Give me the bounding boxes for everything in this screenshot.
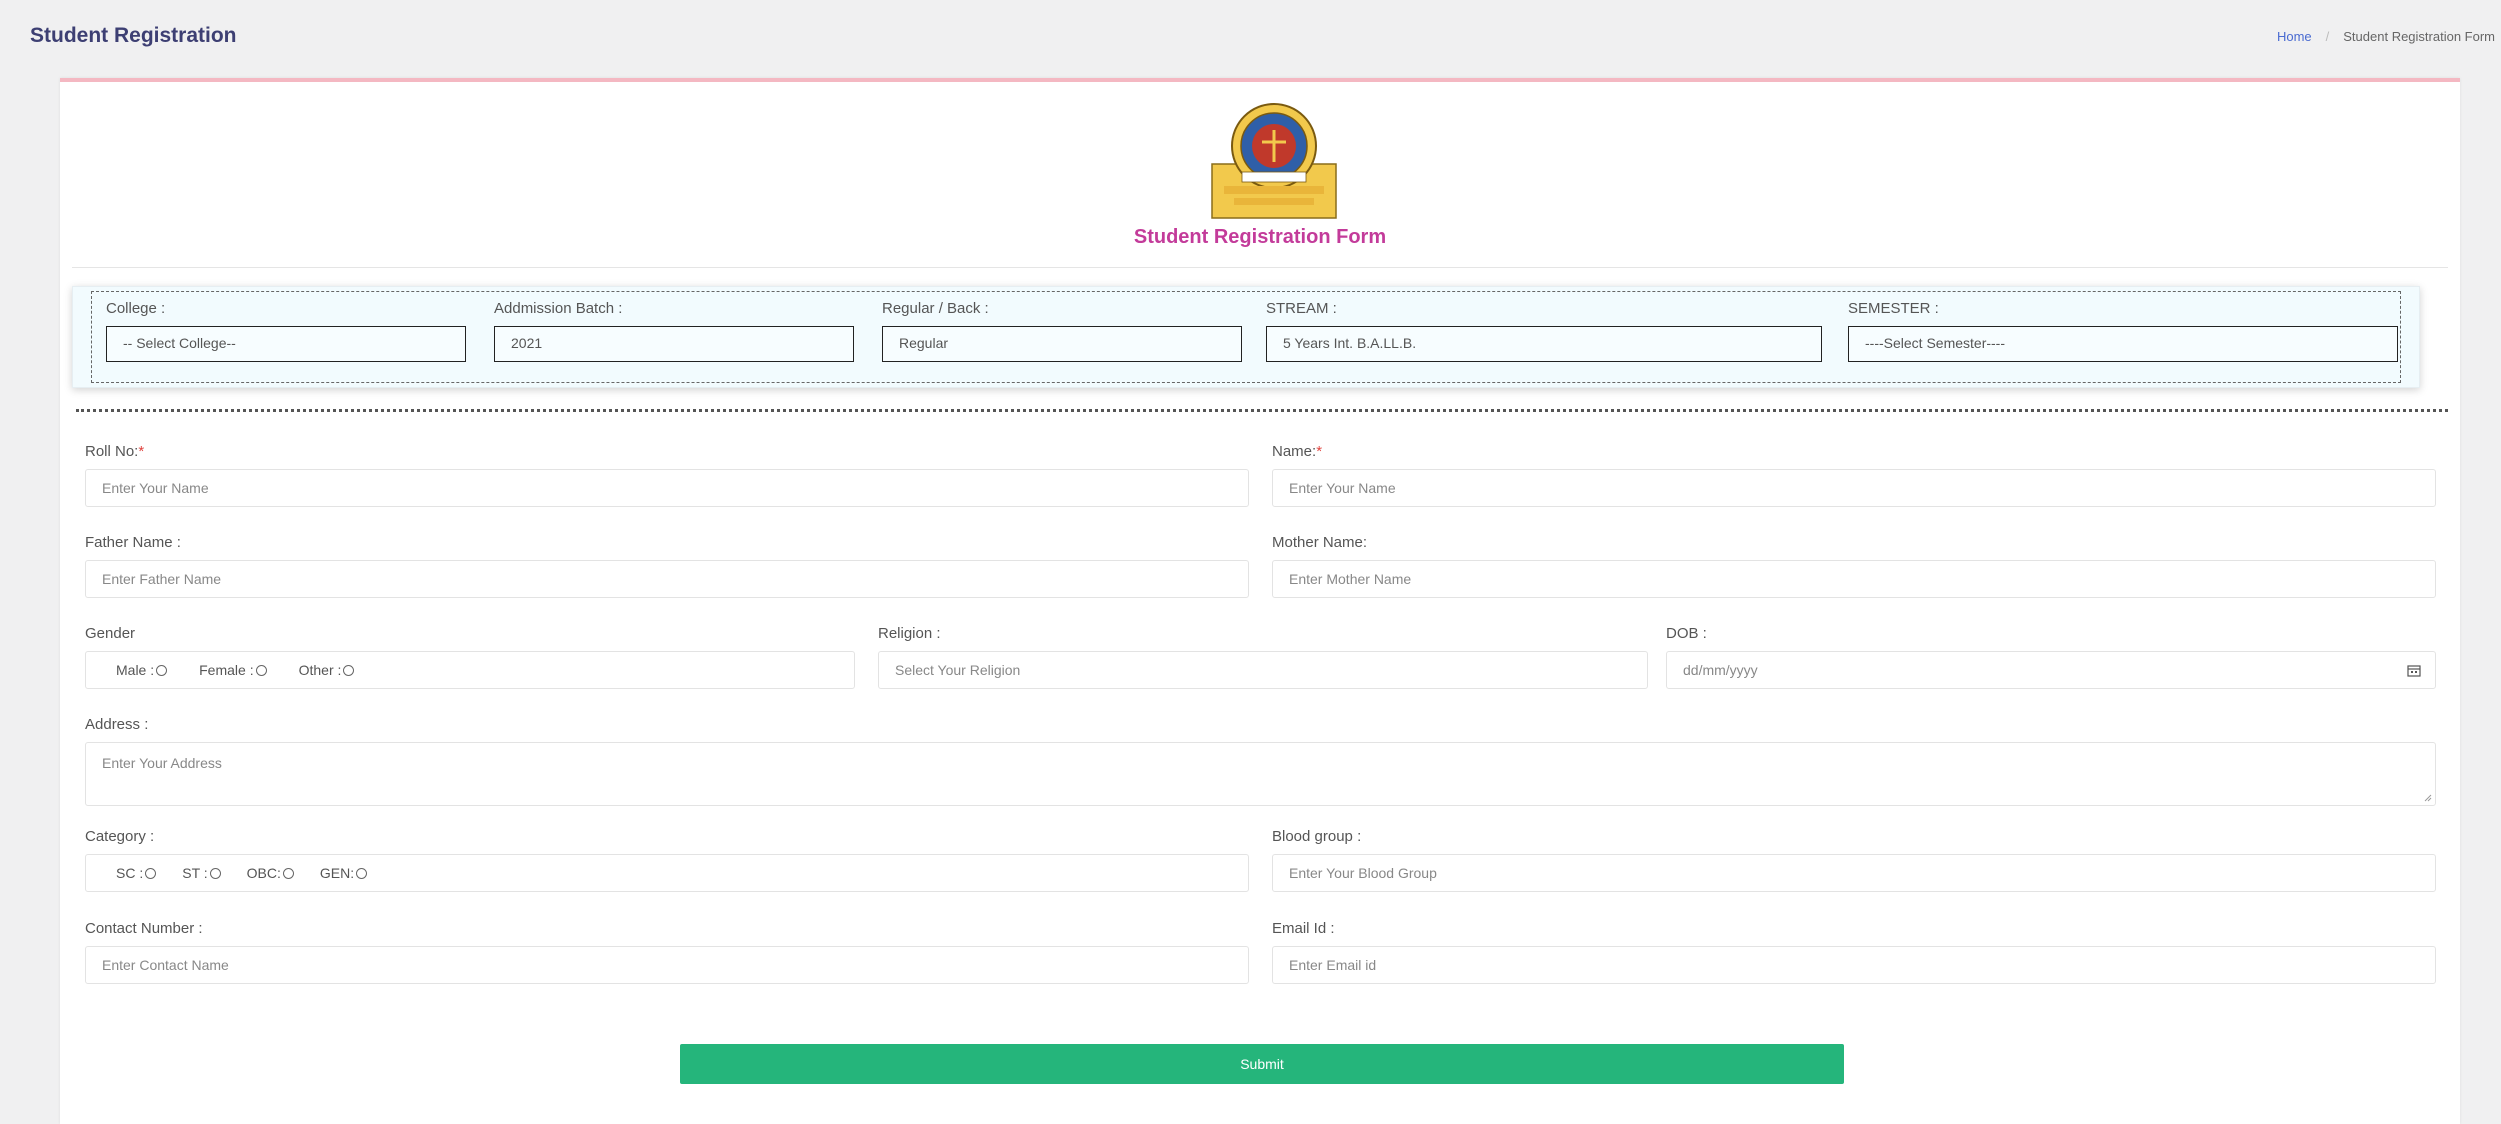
semester-select[interactable]: ----Select Semester----: [1848, 326, 2398, 362]
program-selector-panel: College : -- Select College-- Addmission…: [72, 286, 2420, 388]
category-option-sc[interactable]: SC :: [116, 865, 157, 881]
submit-button[interactable]: Submit: [680, 1044, 1844, 1084]
father-name-input[interactable]: Enter Father Name: [85, 560, 1249, 598]
gender-option-other[interactable]: Other :: [299, 662, 355, 678]
roll-no-input[interactable]: Enter Your Name: [85, 469, 1249, 507]
gender-radio-group: Male : Female : Other :: [85, 651, 855, 689]
gender-label: Gender: [85, 625, 136, 642]
radio-button[interactable]: [282, 867, 294, 879]
title-divider: [72, 267, 2448, 268]
semester-label: SEMESTER :: [1848, 300, 1939, 317]
required-mark: *: [138, 443, 145, 460]
category-option-st[interactable]: ST :: [182, 865, 221, 881]
gender-option-female[interactable]: Female :: [199, 662, 267, 678]
dob-input[interactable]: dd/mm/yyyy: [1666, 651, 2436, 689]
registration-card: Student Registration Form College : -- S…: [60, 78, 2460, 1124]
stream-select[interactable]: 5 Years Int. B.A.LL.B.: [1266, 326, 1822, 362]
stream-label: STREAM :: [1266, 300, 1337, 317]
mother-name-label: Mother Name:: [1272, 534, 1368, 551]
form-title: Student Registration Form: [1133, 226, 1387, 248]
religion-label: Religion :: [878, 625, 941, 642]
radio-button[interactable]: [356, 867, 368, 879]
mother-name-input[interactable]: Enter Mother Name: [1272, 560, 2436, 598]
batch-select[interactable]: 2021: [494, 326, 854, 362]
father-name-label: Father Name :: [85, 534, 181, 551]
college-select[interactable]: -- Select College--: [106, 326, 466, 362]
name-label: Name:*: [1272, 443, 1323, 460]
regular-back-select[interactable]: Regular: [882, 326, 1242, 362]
address-placeholder: Enter Your Address: [102, 755, 222, 771]
calendar-icon[interactable]: [2407, 664, 2421, 677]
email-input[interactable]: Enter Email id: [1272, 946, 2436, 984]
required-mark: *: [1316, 443, 1323, 460]
contact-number-input[interactable]: Enter Contact Name: [85, 946, 1249, 984]
breadcrumb-home-link[interactable]: Home: [2277, 29, 2312, 44]
category-option-gen[interactable]: GEN:: [320, 865, 368, 881]
blood-group-label: Blood group :: [1272, 828, 1362, 845]
resize-handle-icon[interactable]: [2424, 794, 2432, 802]
program-selector-border: College : -- Select College-- Addmission…: [91, 291, 2401, 383]
name-input[interactable]: Enter Your Name: [1272, 469, 2436, 507]
page-title: Student Registration: [30, 24, 237, 47]
university-logo: [1211, 103, 1337, 219]
category-option-obc[interactable]: OBC:: [247, 865, 294, 881]
dob-label: DOB :: [1666, 625, 1707, 642]
religion-select[interactable]: Select Your Religion: [878, 651, 1648, 689]
contact-number-label: Contact Number :: [85, 920, 203, 937]
radio-button[interactable]: [343, 664, 355, 676]
breadcrumb-current: Student Registration Form: [2343, 29, 2495, 44]
category-label: Category :: [85, 828, 155, 845]
radio-button[interactable]: [209, 867, 221, 879]
category-radio-group: SC : ST : OBC: GEN:: [85, 854, 1249, 892]
address-label: Address :: [85, 716, 149, 733]
batch-label: Addmission Batch :: [494, 300, 623, 317]
regular-back-label: Regular / Back :: [882, 300, 989, 317]
breadcrumb-separator: /: [2325, 29, 2330, 44]
address-textarea[interactable]: Enter Your Address: [85, 742, 2436, 806]
email-label: Email Id :: [1272, 920, 1335, 937]
roll-no-label: Roll No:*: [85, 443, 145, 460]
section-divider: [76, 409, 2448, 412]
radio-button[interactable]: [156, 664, 168, 676]
breadcrumb: Home / Student Registration Form: [2277, 29, 2495, 44]
radio-button[interactable]: [145, 867, 157, 879]
gender-option-male[interactable]: Male :: [116, 662, 168, 678]
blood-group-input[interactable]: Enter Your Blood Group: [1272, 854, 2436, 892]
radio-button[interactable]: [255, 664, 267, 676]
college-label: College :: [106, 300, 166, 317]
dob-placeholder: dd/mm/yyyy: [1683, 662, 1758, 678]
